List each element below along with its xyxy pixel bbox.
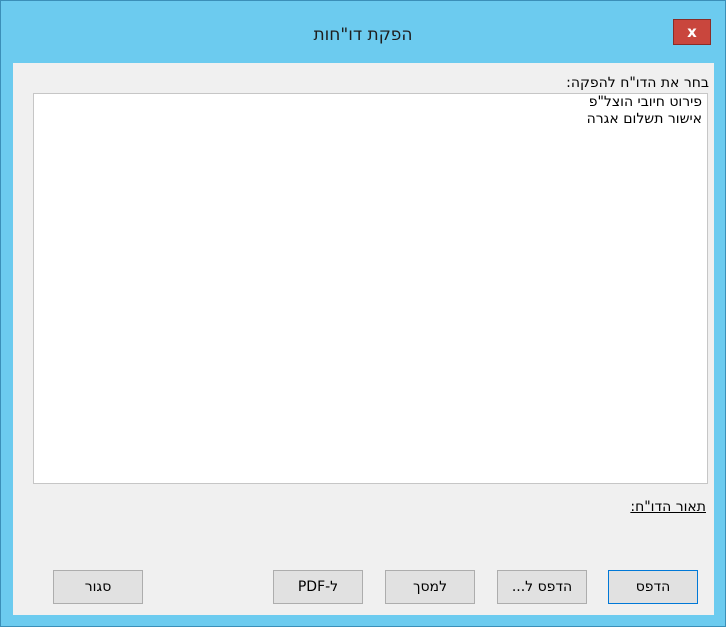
dialog-body: בחר את הדו"ח להפקה: פירוט חיובי הוצל"פ א… (13, 63, 714, 615)
close-button[interactable]: סגור (53, 570, 143, 604)
report-list-item[interactable]: פירוט חיובי הוצל"פ (34, 94, 703, 111)
print-button[interactable]: הדפס (608, 570, 698, 604)
report-list[interactable]: פירוט חיובי הוצל"פ אישור תשלום אגרה (33, 93, 708, 484)
dialog-window: הפקת דו"חות x בחר את הדו"ח להפקה: פירוט … (0, 0, 726, 627)
report-select-label: בחר את הדו"ח להפקה: (566, 75, 709, 91)
close-window-button[interactable]: x (673, 19, 711, 45)
report-list-item[interactable]: אישור תשלום אגרה (34, 111, 703, 128)
to-pdf-button[interactable]: ל-PDF (273, 570, 363, 604)
to-screen-button[interactable]: למסך (385, 570, 475, 604)
window-title: הפקת דו"חות (313, 25, 413, 45)
title-bar[interactable]: הפקת דו"חות x (1, 1, 725, 63)
print-to-button[interactable]: הדפס ל... (497, 570, 587, 604)
report-description-label: תאור הדו"ח: (630, 499, 706, 515)
